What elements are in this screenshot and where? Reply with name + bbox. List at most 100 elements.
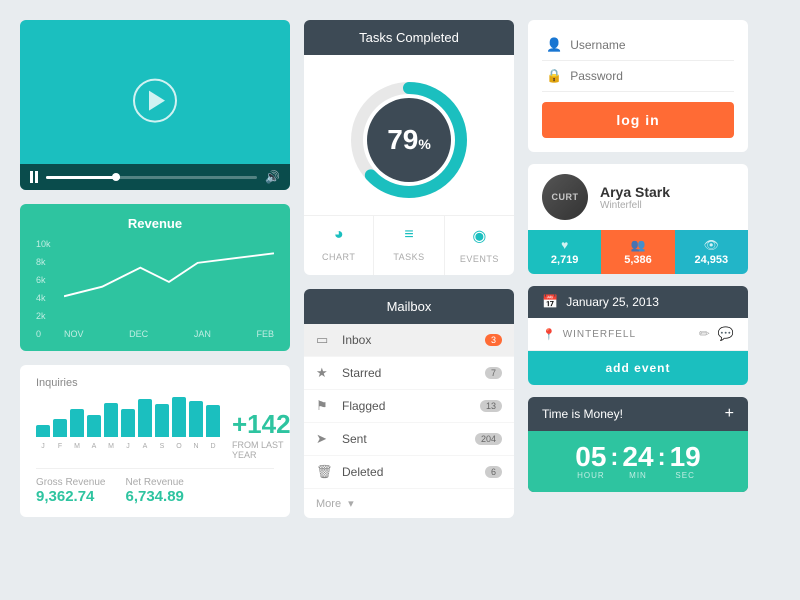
progress-fill [46,176,120,179]
bx-s: S [155,443,169,450]
timer-header: Time is Money! + [528,397,748,431]
pause-bar-left [30,171,33,183]
volume-icon[interactable]: 🔊 [265,170,280,184]
bar-7 [138,399,152,437]
y-label-6k: 6k [36,275,51,285]
profile-stats: ♥ 2,719 👥 5,386 👁 24,953 [528,230,748,274]
inbox-label: Inbox [342,333,485,347]
video-player: 🔊 [20,20,290,190]
profile-name: Arya Stark [600,184,670,200]
pause-button[interactable] [30,171,38,183]
profile-card: CURT Arya Stark Winterfell ♥ 2,719 👥 5,3… [528,164,748,274]
bx-o: O [172,443,186,450]
username-input[interactable] [570,38,730,52]
progress-bar[interactable] [46,176,257,179]
bar-2 [53,419,67,437]
colon-1: : [610,444,618,472]
cal-detail-row: 📍 WINTERFELL ✏ 💬 [542,326,734,342]
timer-minutes: 24 MIN [622,443,653,480]
password-row: 🔒 [542,61,734,92]
password-input[interactable] [570,69,730,83]
eye-icon: 👁 [679,238,744,252]
calendar-icon: 📅 [542,294,558,310]
chart-tab-icon: ◕ [308,226,369,244]
gross-label: Gross Revenue [36,477,105,488]
bx-f: F [53,443,67,450]
flagged-icon: ⚑ [316,398,334,414]
seconds-label: SEC [670,471,701,480]
net-revenue: Net Revenue 6,734.89 [125,477,183,505]
tab-events[interactable]: ◉ EVENTS [445,216,514,275]
likes-value: 2,719 [532,254,597,266]
sent-icon: ➤ [316,431,334,447]
sent-label: Sent [342,432,475,446]
inbox-icon: ▭ [316,332,334,348]
bx-a2: A [138,443,152,450]
chart-area: 10k 8k 6k 4k 2k 0 NOV DEC JAN FEB [36,239,274,339]
x-label-feb: FEB [256,329,274,339]
calendar-body: 📍 WINTERFELL ✏ 💬 [528,318,748,351]
bx-m: M [70,443,84,450]
x-label-nov: NOV [64,329,84,339]
mail-item-deleted[interactable]: 🗑 Deleted 6 [304,456,514,489]
login-button[interactable]: log in [542,102,734,138]
bx-n: N [189,443,203,450]
bar-6 [121,409,135,437]
mail-more[interactable]: More ▾ [304,489,514,518]
mail-item-flagged[interactable]: ⚑ Flagged 13 [304,390,514,423]
donut-container: 79% [304,55,514,215]
cal-location: 📍 WINTERFELL [542,328,636,341]
y-label-10k: 10k [36,239,51,249]
bar-5 [104,403,118,437]
tab-chart[interactable]: ◕ CHART [304,216,374,275]
play-button[interactable] [133,79,177,123]
mail-item-inbox[interactable]: ▭ Inbox 3 [304,324,514,357]
cal-action-buttons: ✏ 💬 [699,326,734,342]
y-label-0: 0 [36,329,51,339]
avatar-image: CURT [542,174,588,220]
deleted-badge: 6 [485,466,502,478]
edit-icon[interactable]: ✏ [699,326,710,342]
donut-label: 79% [387,124,431,156]
stat-followers[interactable]: 👥 5,386 [601,230,674,274]
x-label-dec: DEC [129,329,148,339]
inquiries-card: Inquiries [20,365,290,517]
tasks-tab-label: TASKS [393,252,424,262]
mail-item-sent[interactable]: ➤ Sent 204 [304,423,514,456]
calendar-header: 📅 January 25, 2013 [528,286,748,318]
net-label: Net Revenue [125,477,183,488]
left-column: 🔊 Revenue 10k 8k 6k 4k 2k 0 NOV [20,20,290,518]
sent-badge: 204 [475,433,502,445]
bar-3 [70,409,84,437]
followers-value: 5,386 [605,254,670,266]
tab-tasks[interactable]: ≡ TASKS [374,216,444,275]
bar-9 [172,397,186,437]
stat-views[interactable]: 👁 24,953 [675,230,748,274]
timer-card: Time is Money! + 05 HOUR : 24 MIN : 19 S… [528,397,748,492]
gross-value: 9,362.74 [36,488,105,505]
bar-11 [206,405,220,437]
login-card: 👤 🔒 log in [528,20,748,152]
video-controls: 🔊 [20,164,290,190]
progress-handle [112,173,120,181]
location-label: WINTERFELL [563,329,636,340]
revenue-chart: Revenue 10k 8k 6k 4k 2k 0 NOV DEC JAN [20,204,290,351]
deleted-label: Deleted [342,465,485,479]
add-event-button[interactable]: add event [528,351,748,385]
chat-icon[interactable]: 💬 [718,326,734,342]
net-value: 6,734.89 [125,488,183,505]
bx-d: D [206,443,220,450]
timer-title: Time is Money! [542,407,623,421]
inquiry-count: +142 [232,409,291,440]
timer-display: 05 HOUR : 24 MIN : 19 SEC [528,431,748,492]
tasks-card: Tasks Completed 79% ◕ CHART ≡ [304,20,514,275]
right-column: 👤 🔒 log in CURT Arya Stark Winterfell [528,20,748,518]
stat-likes[interactable]: ♥ 2,719 [528,230,601,274]
bar-x-labels: J F M A M J A S O N D [36,443,220,450]
mail-item-starred[interactable]: ★ Starred 7 [304,357,514,390]
bx-j2: J [121,443,135,450]
timer-hours: 05 HOUR [575,443,606,480]
gross-revenue: Gross Revenue 9,362.74 [36,477,105,505]
calendar-date: January 25, 2013 [566,295,659,309]
timer-add-icon[interactable]: + [725,405,734,423]
